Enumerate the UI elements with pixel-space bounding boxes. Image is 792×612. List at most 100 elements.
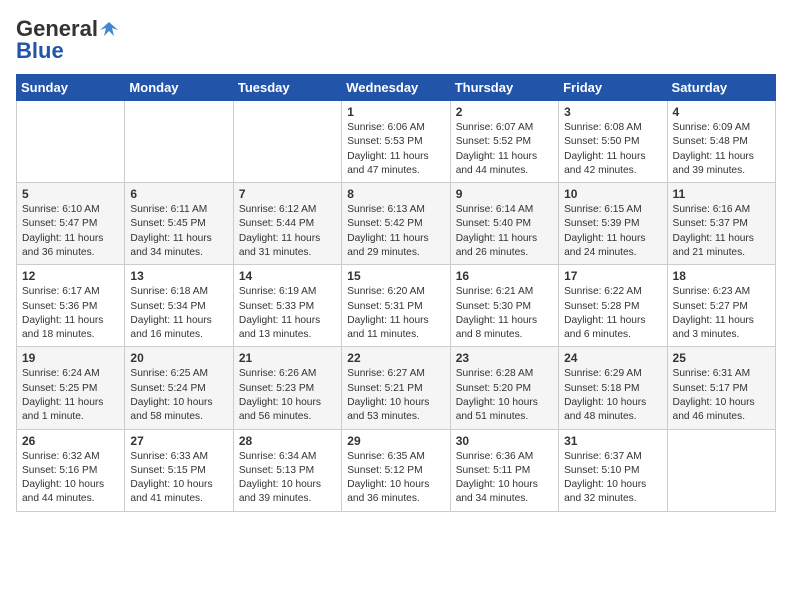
day-number: 22 bbox=[347, 351, 444, 365]
cell-info: Sunrise: 6:14 AM Sunset: 5:40 PM Dayligh… bbox=[456, 203, 553, 260]
cell-info: Sunrise: 6:20 AM Sunset: 5:31 PM Dayligh… bbox=[347, 285, 444, 342]
calendar-cell: 20Sunrise: 6:25 AM Sunset: 5:24 PM Dayli… bbox=[125, 347, 233, 429]
calendar-cell: 11Sunrise: 6:16 AM Sunset: 5:37 PM Dayli… bbox=[667, 183, 775, 265]
calendar-cell: 6 Sunrise: 6:11 AM Sunset: 5:45 PM Daylig… bbox=[125, 183, 233, 265]
cell-info: Sunrise: 6:08 AM Sunset: 5:50 PM Dayligh… bbox=[564, 121, 661, 178]
cell-info: Sunrise: 6:06 AM Sunset: 5:53 PM Dayligh… bbox=[347, 121, 444, 178]
day-number: 25 bbox=[673, 351, 770, 365]
day-header-thursday: Thursday bbox=[450, 75, 558, 101]
calendar-cell: 3 Sunrise: 6:08 AM Sunset: 5:50 PM Daylig… bbox=[559, 101, 667, 183]
calendar-cell: 1 Sunrise: 6:06 AM Sunset: 5:53 PM Daylig… bbox=[342, 101, 450, 183]
calendar-cell: 21Sunrise: 6:26 AM Sunset: 5:23 PM Dayli… bbox=[233, 347, 341, 429]
page-header: General Blue bbox=[16, 16, 776, 64]
calendar-cell: 27 Sunrise: 6:33 AM Sunset: 5:15 PM Dayli… bbox=[125, 429, 233, 511]
calendar-cell: 13 Sunrise: 6:18 AM Sunset: 5:34 PM Dayli… bbox=[125, 265, 233, 347]
day-number: 6 bbox=[130, 187, 227, 201]
cell-info: Sunrise: 6:11 AM Sunset: 5:45 PM Dayligh… bbox=[130, 203, 227, 260]
cell-info: Sunrise: 6:26 AM Sunset: 5:23 PM Dayligh… bbox=[239, 367, 336, 424]
day-number: 11 bbox=[673, 187, 770, 201]
day-number: 23 bbox=[456, 351, 553, 365]
calendar-cell: 14 Sunrise: 6:19 AM Sunset: 5:33 PM Dayli… bbox=[233, 265, 341, 347]
day-number: 24 bbox=[564, 351, 661, 365]
cell-info: Sunrise: 6:12 AM Sunset: 5:44 PM Dayligh… bbox=[239, 203, 336, 260]
cell-info: Sunrise: 6:07 AM Sunset: 5:52 PM Dayligh… bbox=[456, 121, 553, 178]
calendar-cell: 26 Sunrise: 6:32 AM Sunset: 5:16 PM Dayli… bbox=[17, 429, 125, 511]
day-number: 15 bbox=[347, 269, 444, 283]
calendar-cell: 2 Sunrise: 6:07 AM Sunset: 5:52 PM Daylig… bbox=[450, 101, 558, 183]
calendar-cell: 30Sunrise: 6:36 AM Sunset: 5:11 PM Dayli… bbox=[450, 429, 558, 511]
day-number: 3 bbox=[564, 105, 661, 119]
calendar-cell bbox=[125, 101, 233, 183]
calendar-cell: 17 Sunrise: 6:22 AM Sunset: 5:28 PM Dayli… bbox=[559, 265, 667, 347]
calendar-week-1: 1 Sunrise: 6:06 AM Sunset: 5:53 PM Daylig… bbox=[17, 101, 776, 183]
calendar-table: SundayMondayTuesdayWednesdayThursdayFrid… bbox=[16, 74, 776, 512]
calendar-cell: 29 Sunrise: 6:35 AM Sunset: 5:12 PM Dayli… bbox=[342, 429, 450, 511]
day-number: 4 bbox=[673, 105, 770, 119]
cell-info: Sunrise: 6:13 AM Sunset: 5:42 PM Dayligh… bbox=[347, 203, 444, 260]
cell-info: Sunrise: 6:22 AM Sunset: 5:28 PM Dayligh… bbox=[564, 285, 661, 342]
cell-info: Sunrise: 6:33 AM Sunset: 5:15 PM Dayligh… bbox=[130, 450, 227, 507]
day-number: 8 bbox=[347, 187, 444, 201]
calendar-cell: 22 Sunrise: 6:27 AM Sunset: 5:21 PM Dayli… bbox=[342, 347, 450, 429]
calendar-cell: 16Sunrise: 6:21 AM Sunset: 5:30 PM Dayli… bbox=[450, 265, 558, 347]
calendar-cell bbox=[17, 101, 125, 183]
cell-info: Sunrise: 6:32 AM Sunset: 5:16 PM Dayligh… bbox=[22, 450, 119, 507]
day-number: 31 bbox=[564, 434, 661, 448]
calendar-cell: 28 Sunrise: 6:34 AM Sunset: 5:13 PM Dayli… bbox=[233, 429, 341, 511]
calendar-cell: 31Sunrise: 6:37 AM Sunset: 5:10 PM Dayli… bbox=[559, 429, 667, 511]
calendar-cell: 23 Sunrise: 6:28 AM Sunset: 5:20 PM Dayli… bbox=[450, 347, 558, 429]
cell-info: Sunrise: 6:18 AM Sunset: 5:34 PM Dayligh… bbox=[130, 285, 227, 342]
calendar-week-4: 19 Sunrise: 6:24 AM Sunset: 5:25 PM Dayli… bbox=[17, 347, 776, 429]
cell-info: Sunrise: 6:17 AM Sunset: 5:36 PM Dayligh… bbox=[22, 285, 119, 342]
day-header-monday: Monday bbox=[125, 75, 233, 101]
day-number: 1 bbox=[347, 105, 444, 119]
logo-bird-icon bbox=[100, 20, 118, 38]
day-number: 27 bbox=[130, 434, 227, 448]
cell-info: Sunrise: 6:09 AM Sunset: 5:48 PM Dayligh… bbox=[673, 121, 770, 178]
calendar-cell: 24 Sunrise: 6:29 AM Sunset: 5:18 PM Dayli… bbox=[559, 347, 667, 429]
day-header-tuesday: Tuesday bbox=[233, 75, 341, 101]
cell-info: Sunrise: 6:24 AM Sunset: 5:25 PM Dayligh… bbox=[22, 367, 119, 424]
day-header-friday: Friday bbox=[559, 75, 667, 101]
day-number: 17 bbox=[564, 269, 661, 283]
logo: General Blue bbox=[16, 16, 118, 64]
day-header-wednesday: Wednesday bbox=[342, 75, 450, 101]
calendar-header-row: SundayMondayTuesdayWednesdayThursdayFrid… bbox=[17, 75, 776, 101]
cell-info: Sunrise: 6:34 AM Sunset: 5:13 PM Dayligh… bbox=[239, 450, 336, 507]
calendar-cell: 8 Sunrise: 6:13 AM Sunset: 5:42 PM Daylig… bbox=[342, 183, 450, 265]
calendar-cell: 25 Sunrise: 6:31 AM Sunset: 5:17 PM Dayli… bbox=[667, 347, 775, 429]
cell-info: Sunrise: 6:10 AM Sunset: 5:47 PM Dayligh… bbox=[22, 203, 119, 260]
calendar-week-2: 5Sunrise: 6:10 AM Sunset: 5:47 PM Daylig… bbox=[17, 183, 776, 265]
cell-info: Sunrise: 6:27 AM Sunset: 5:21 PM Dayligh… bbox=[347, 367, 444, 424]
calendar-cell: 15 Sunrise: 6:20 AM Sunset: 5:31 PM Dayli… bbox=[342, 265, 450, 347]
day-number: 29 bbox=[347, 434, 444, 448]
cell-info: Sunrise: 6:19 AM Sunset: 5:33 PM Dayligh… bbox=[239, 285, 336, 342]
cell-info: Sunrise: 6:28 AM Sunset: 5:20 PM Dayligh… bbox=[456, 367, 553, 424]
cell-info: Sunrise: 6:31 AM Sunset: 5:17 PM Dayligh… bbox=[673, 367, 770, 424]
calendar-cell bbox=[667, 429, 775, 511]
day-number: 19 bbox=[22, 351, 119, 365]
calendar-cell: 18 Sunrise: 6:23 AM Sunset: 5:27 PM Dayli… bbox=[667, 265, 775, 347]
day-number: 9 bbox=[456, 187, 553, 201]
calendar-cell bbox=[233, 101, 341, 183]
day-number: 26 bbox=[22, 434, 119, 448]
day-number: 10 bbox=[564, 187, 661, 201]
cell-info: Sunrise: 6:21 AM Sunset: 5:30 PM Dayligh… bbox=[456, 285, 553, 342]
calendar-cell: 19 Sunrise: 6:24 AM Sunset: 5:25 PM Dayli… bbox=[17, 347, 125, 429]
cell-info: Sunrise: 6:29 AM Sunset: 5:18 PM Dayligh… bbox=[564, 367, 661, 424]
calendar-cell: 5Sunrise: 6:10 AM Sunset: 5:47 PM Daylig… bbox=[17, 183, 125, 265]
day-number: 2 bbox=[456, 105, 553, 119]
day-number: 13 bbox=[130, 269, 227, 283]
day-header-saturday: Saturday bbox=[667, 75, 775, 101]
day-number: 18 bbox=[673, 269, 770, 283]
cell-info: Sunrise: 6:35 AM Sunset: 5:12 PM Dayligh… bbox=[347, 450, 444, 507]
cell-info: Sunrise: 6:23 AM Sunset: 5:27 PM Dayligh… bbox=[673, 285, 770, 342]
cell-info: Sunrise: 6:36 AM Sunset: 5:11 PM Dayligh… bbox=[456, 450, 553, 507]
calendar-week-3: 12 Sunrise: 6:17 AM Sunset: 5:36 PM Dayli… bbox=[17, 265, 776, 347]
day-number: 12 bbox=[22, 269, 119, 283]
calendar-week-5: 26 Sunrise: 6:32 AM Sunset: 5:16 PM Dayli… bbox=[17, 429, 776, 511]
day-number: 14 bbox=[239, 269, 336, 283]
cell-info: Sunrise: 6:25 AM Sunset: 5:24 PM Dayligh… bbox=[130, 367, 227, 424]
day-number: 7 bbox=[239, 187, 336, 201]
day-number: 28 bbox=[239, 434, 336, 448]
